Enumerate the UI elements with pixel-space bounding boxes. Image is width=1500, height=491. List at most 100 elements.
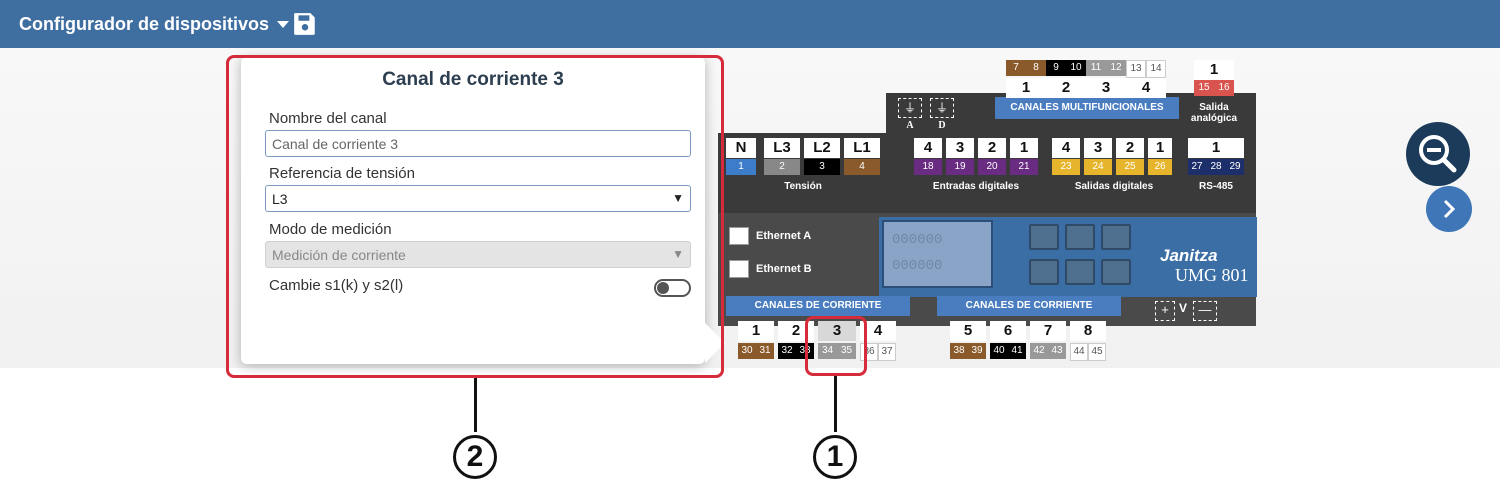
app-title[interactable]: Configurador de dispositivos <box>19 14 269 35</box>
analog-output-label-line1: Salida <box>1199 102 1229 113</box>
current-channels-header: CANALES DE CORRIENTE <box>937 296 1121 316</box>
brand-logo: Janitza <box>1160 246 1218 265</box>
multifunction-terminal[interactable]: 3 <box>1086 78 1126 98</box>
plus-icon: + <box>1155 301 1175 321</box>
model-label: UMG 801 <box>1175 265 1249 285</box>
current-channel-terminal[interactable]: 6 <box>990 321 1026 341</box>
pin: 9 <box>1046 60 1066 76</box>
ground-icon: ⏚ <box>898 98 922 118</box>
voltage-terminal[interactable]: L3 <box>764 138 800 158</box>
next-button[interactable] <box>1426 186 1472 232</box>
pin: 19 <box>946 159 974 175</box>
ethernet-b-label: Ethernet B <box>756 263 812 275</box>
pin: 41 <box>1008 343 1026 359</box>
pin: 2 <box>764 159 800 175</box>
digital-output-terminal[interactable]: 3 <box>1084 138 1112 158</box>
pin: 12 <box>1106 60 1126 76</box>
pin: 18 <box>914 159 942 175</box>
device-key <box>1029 224 1059 250</box>
pin: 20 <box>978 159 1006 175</box>
pin: 31 <box>756 343 774 359</box>
current-channel-terminal[interactable]: 5 <box>950 321 986 341</box>
ground-label-d: D <box>938 120 946 131</box>
analog-output-terminal[interactable]: 1 <box>1194 60 1234 80</box>
voltage-symbol: V <box>1179 301 1188 315</box>
current-channel-terminal[interactable]: 7 <box>1030 321 1066 341</box>
multifunction-terminal[interactable]: 1 <box>1006 78 1046 98</box>
voltage-label: Tensión <box>784 181 822 192</box>
pin: 32 <box>778 343 796 359</box>
zoom-out-icon <box>1419 135 1457 173</box>
multifunction-terminal[interactable]: 2 <box>1046 78 1086 98</box>
pin: 44 <box>1070 343 1088 361</box>
analog-output-label-line2: analógica <box>1190 113 1238 124</box>
pin: 39 <box>968 343 986 359</box>
device-display: 000000 000000 <box>882 220 993 288</box>
callout-line <box>834 376 837 432</box>
pin: 42 <box>1030 343 1048 359</box>
digital-input-terminal[interactable]: 3 <box>946 138 974 158</box>
pin: 28 <box>1206 159 1226 175</box>
pin: 14 <box>1146 60 1166 78</box>
zoom-out-button[interactable] <box>1406 122 1470 186</box>
digital-output-terminal[interactable]: 4 <box>1052 138 1080 158</box>
ground-icon: ⏚ <box>930 98 954 118</box>
digital-output-terminal[interactable]: 2 <box>1116 138 1144 158</box>
highlight-popover <box>226 55 724 378</box>
caret-down-icon[interactable] <box>277 20 290 28</box>
pin: 13 <box>1126 60 1146 78</box>
callout-line <box>474 378 477 432</box>
top-bar: Configurador de dispositivos <box>0 0 1500 48</box>
digital-input-terminal[interactable]: 1 <box>1010 138 1038 158</box>
analog-output-label: Salida analógica <box>1178 102 1250 124</box>
pin: 40 <box>990 343 1008 359</box>
pin: 1 <box>726 159 756 175</box>
multifunction-terminal[interactable]: 4 <box>1126 78 1166 98</box>
pin: 16 <box>1214 80 1234 96</box>
voltage-terminal[interactable]: L2 <box>804 138 840 158</box>
display-line: 000000 <box>892 232 943 248</box>
pin: 10 <box>1066 60 1086 76</box>
digital-inputs-label: Entradas digitales <box>932 181 1020 192</box>
pin: 29 <box>1226 159 1244 175</box>
ethernet-port-icon <box>729 260 749 278</box>
current-channel-terminal[interactable]: 8 <box>1070 321 1106 341</box>
digital-outputs-label: Salidas digitales <box>1074 181 1154 192</box>
minus-icon: — <box>1193 301 1217 321</box>
device-key <box>1101 224 1131 250</box>
pin: 30 <box>738 343 756 359</box>
current-channels-header: CANALES DE CORRIENTE <box>726 296 910 316</box>
display-line: 000000 <box>892 258 943 274</box>
rs485-terminal[interactable]: 1 <box>1188 138 1244 158</box>
voltage-terminal[interactable]: N <box>726 138 756 158</box>
pin: 21 <box>1010 159 1038 175</box>
pin: 8 <box>1026 60 1046 76</box>
digital-input-terminal[interactable]: 2 <box>978 138 1006 158</box>
pin: 11 <box>1086 60 1106 76</box>
pin: 24 <box>1084 159 1112 175</box>
pin: 25 <box>1116 159 1144 175</box>
pin: 15 <box>1194 80 1214 96</box>
pin: 43 <box>1048 343 1066 359</box>
pin: 37 <box>878 343 896 361</box>
device-key <box>1065 259 1095 285</box>
voltage-terminal[interactable]: L1 <box>844 138 880 158</box>
pin: 23 <box>1052 159 1080 175</box>
rs485-label: RS-485 <box>1199 181 1233 192</box>
ethernet-port-icon <box>729 227 749 245</box>
ground-label-a: A <box>906 120 914 131</box>
current-channel-terminal[interactable]: 1 <box>738 321 774 341</box>
chevron-right-icon <box>1443 199 1456 219</box>
digital-input-terminal[interactable]: 4 <box>914 138 942 158</box>
device-key <box>1101 259 1131 285</box>
ethernet-a-label: Ethernet A <box>756 230 812 242</box>
digital-output-terminal[interactable]: 1 <box>1148 138 1172 158</box>
pin: 26 <box>1148 159 1172 175</box>
save-icon[interactable] <box>292 11 318 37</box>
pin: 27 <box>1188 159 1206 175</box>
multifunction-channels-header: CANALES MULTIFUNCIONALES <box>995 97 1179 119</box>
highlight-channel-3 <box>805 316 867 376</box>
pin: 4 <box>844 159 880 175</box>
device-key <box>1029 259 1059 285</box>
pin: 45 <box>1088 343 1106 361</box>
